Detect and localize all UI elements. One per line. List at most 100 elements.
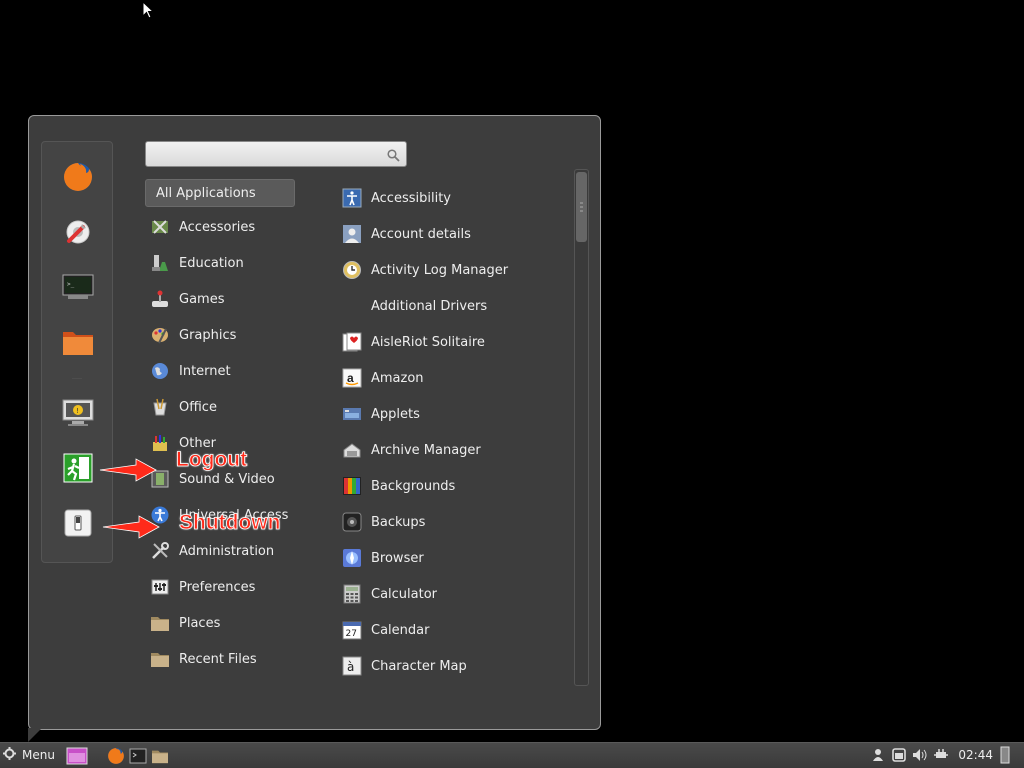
app-accessibility[interactable]: Accessibility [342,184,451,212]
category-preferences[interactable]: Preferences [145,573,255,601]
category-label: Administration [179,543,275,559]
favorites-separator [72,378,82,379]
category-label: Office [179,399,217,415]
app-label: Amazon [371,370,424,386]
workspace-icon[interactable] [997,746,1013,764]
app-browser[interactable]: Browser [342,544,424,572]
desktop: >_ ! All Applications Accessories Educat… [0,0,1024,742]
app-calculator[interactable]: Calculator [342,580,437,608]
firefox-launcher-icon[interactable] [106,746,126,766]
files-launcher-icon[interactable] [150,746,170,766]
app-backgrounds[interactable]: Backgrounds [342,472,455,500]
category-games[interactable]: Games [145,285,224,313]
category-label: Sound & Video [179,471,275,487]
app-label: Browser [371,550,424,566]
category-label: All Applications [156,185,256,201]
app-activity-log-manager[interactable]: Activity Log Manager [342,256,508,284]
search-input[interactable] [150,143,384,167]
graphics-icon [149,324,171,346]
app-archive-manager[interactable]: Archive Manager [342,436,481,464]
app-amazon[interactable]: a Amazon [342,364,424,392]
app-label: Backups [371,514,426,530]
logout-icon[interactable] [61,451,95,485]
category-label: Recent Files [179,651,257,667]
account-icon [342,224,362,244]
menu-label: Menu [22,748,55,762]
folder-icon [149,612,171,634]
category-accessories[interactable]: Accessories [145,213,255,241]
shutdown-annotation: Shutdown [179,511,281,535]
menu-button[interactable]: Menu [3,747,55,763]
internet-icon [149,360,171,382]
category-recent-files[interactable]: Recent Files [145,645,257,673]
category-administration[interactable]: Administration [145,537,274,565]
search-box[interactable] [145,141,407,167]
show-desktop-icon[interactable] [66,746,88,766]
volume-icon[interactable] [912,746,928,764]
category-office[interactable]: Office [145,393,217,421]
app-label: AisleRiot Solitaire [371,334,485,350]
shutdown-arrow-icon [102,515,160,539]
games-icon [149,288,171,310]
archive-icon [342,440,362,460]
svg-text:a: a [347,371,354,385]
category-all-applications[interactable]: All Applications [145,179,295,207]
cards-icon [342,332,362,352]
category-label: Education [179,255,244,271]
app-account-details[interactable]: Account details [342,220,471,248]
preferences-icon [149,576,171,598]
gear-icon [3,747,16,763]
administration-icon [149,540,171,562]
clock[interactable]: 02:44 [958,748,993,762]
category-internet[interactable]: Internet [145,357,231,385]
category-education[interactable]: Education [145,249,244,277]
app-label: Activity Log Manager [371,262,509,278]
app-label: Calendar [371,622,430,638]
system-settings-icon[interactable] [61,215,95,249]
activity-log-icon [342,260,362,280]
terminal-launcher-icon[interactable] [128,746,148,766]
logout-arrow-icon [99,458,157,482]
power-icon[interactable] [933,746,949,764]
app-additional-drivers[interactable]: Additional Drivers [342,292,487,320]
additional-drivers-icon [342,296,362,316]
app-label: Character Map [371,658,467,674]
app-character-map[interactable]: à Character Map [342,652,467,680]
accessories-icon [149,216,171,238]
app-applets[interactable]: Applets [342,400,420,428]
window-icon[interactable] [891,746,907,764]
app-label: Accessibility [371,190,451,206]
category-places[interactable]: Places [145,609,220,637]
scrollbar[interactable] [574,169,589,686]
education-icon [149,252,171,274]
app-calendar[interactable]: 27 Calendar [342,616,429,644]
category-label: Games [179,291,225,307]
terminal-icon[interactable]: >_ [61,270,95,304]
category-label: Places [179,615,221,631]
shutdown-icon[interactable] [61,506,95,540]
calendar-icon: 27 [342,620,362,640]
firefox-icon[interactable] [61,160,95,194]
system-tray: 02:44 [870,746,1018,764]
amazon-icon: a [342,368,362,388]
svg-text:27: 27 [346,629,357,639]
lock-screen-icon[interactable]: ! [61,396,95,430]
other-icon [149,432,171,454]
files-icon[interactable] [61,325,95,359]
app-label: Backgrounds [371,478,456,494]
user-icon[interactable] [870,746,886,764]
svg-text:!: ! [76,407,79,415]
folder-icon [149,648,171,670]
menu-pointer [28,728,42,742]
app-backups[interactable]: Backups [342,508,425,536]
calculator-icon [342,584,362,604]
browser-icon [342,548,362,568]
app-aisleriot-solitaire[interactable]: AisleRiot Solitaire [342,328,485,356]
app-label: Calculator [371,586,438,602]
category-label: Internet [179,363,231,379]
category-graphics[interactable]: Graphics [145,321,236,349]
svg-text:à: à [347,660,354,674]
character-map-icon: à [342,656,362,676]
scrollbar-thumb[interactable] [576,172,587,242]
app-label: Account details [371,226,471,242]
